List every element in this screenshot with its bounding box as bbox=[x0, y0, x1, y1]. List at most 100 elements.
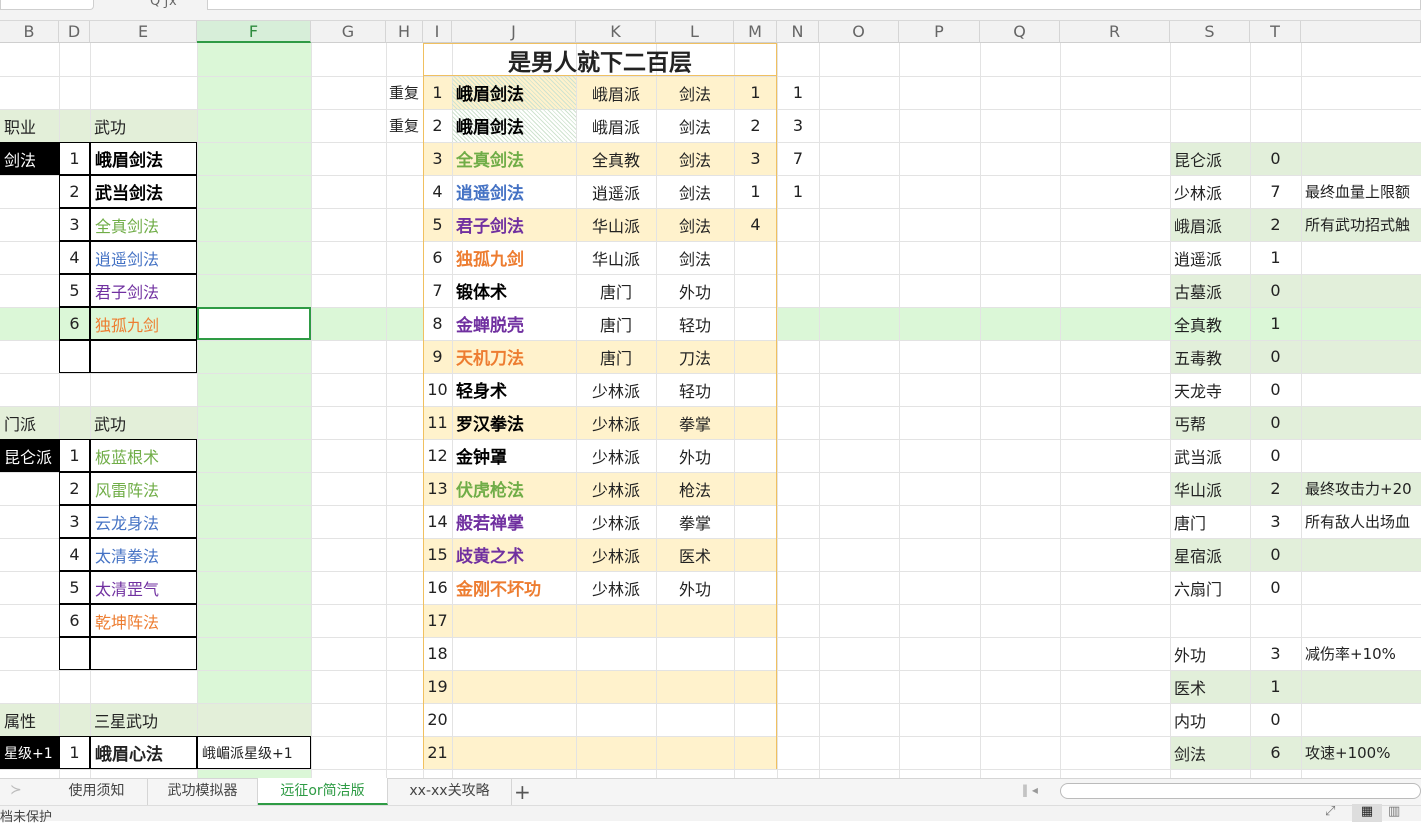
column-header-K[interactable]: K bbox=[576, 21, 656, 43]
name-box[interactable] bbox=[0, 0, 94, 10]
stat-effect bbox=[1301, 439, 1421, 472]
martial-art-name bbox=[452, 604, 576, 637]
skill-type bbox=[656, 604, 734, 637]
row-number: 11 bbox=[427, 413, 448, 432]
stat-name: 峨眉派 bbox=[1174, 216, 1223, 236]
column-header-P[interactable]: P bbox=[899, 21, 980, 43]
count-m bbox=[734, 637, 777, 670]
formula-input[interactable] bbox=[207, 0, 1421, 10]
grid-vline bbox=[311, 43, 312, 778]
stat-value: 1 bbox=[1270, 248, 1281, 267]
martial-art-name: 全真剑法 bbox=[456, 151, 524, 171]
stat-effect bbox=[1301, 538, 1421, 571]
count-m bbox=[734, 604, 777, 637]
stat-name: 武当派 bbox=[1174, 447, 1223, 467]
section2-header-left: 门派 bbox=[4, 414, 37, 434]
sect-name: 少林派 bbox=[591, 414, 640, 434]
tab-0[interactable]: 使用须知 bbox=[46, 778, 148, 805]
list-item-index: 5 bbox=[59, 571, 90, 604]
tab-1[interactable]: 武功模拟器 bbox=[148, 778, 258, 805]
martial-art-name: 歧黄之术 bbox=[456, 547, 524, 567]
column-header-R[interactable]: R bbox=[1060, 21, 1170, 43]
row-number: 16 bbox=[427, 578, 448, 597]
sect-name: 华山派 bbox=[591, 249, 640, 269]
active-cell[interactable] bbox=[197, 307, 311, 340]
martial-art-name: 金钟罩 bbox=[456, 448, 507, 468]
column-header-S[interactable]: S bbox=[1170, 21, 1250, 43]
function-icon[interactable]: Q ƒx bbox=[150, 0, 177, 9]
column-header-H[interactable]: H bbox=[386, 21, 423, 43]
count-n bbox=[777, 571, 819, 604]
count-n bbox=[777, 406, 819, 439]
column-header-N[interactable]: N bbox=[777, 21, 819, 43]
list-item-index: 3 bbox=[59, 505, 90, 538]
column-header-E[interactable]: E bbox=[90, 21, 197, 43]
stat-effect: 所有武功招式触 bbox=[1305, 216, 1411, 234]
list-item: 君子剑法 bbox=[90, 274, 197, 307]
martial-art-name: 峨眉剑法 bbox=[452, 76, 576, 109]
count-m bbox=[734, 340, 777, 373]
column-header-M[interactable]: M bbox=[734, 21, 777, 43]
count-n: 1 bbox=[792, 182, 804, 201]
column-header-F[interactable]: F bbox=[197, 21, 311, 43]
column-header-D[interactable]: D bbox=[59, 21, 90, 43]
stat-name: 全真教 bbox=[1174, 315, 1223, 335]
stat-effect: 最终血量上限额 bbox=[1305, 183, 1411, 201]
sect-name bbox=[576, 604, 656, 637]
scroll-split-icon[interactable]: ‖ ◂ bbox=[1022, 783, 1038, 797]
skill-type: 医术 bbox=[678, 546, 711, 566]
skill-type bbox=[656, 637, 734, 670]
skill-type: 拳掌 bbox=[678, 513, 711, 533]
sect-name bbox=[576, 670, 656, 703]
count-n bbox=[777, 373, 819, 406]
stat-name: 内功 bbox=[1174, 711, 1207, 731]
count-n bbox=[777, 274, 819, 307]
column-header-Q[interactable]: Q bbox=[980, 21, 1060, 43]
count-m bbox=[734, 571, 777, 604]
count-m bbox=[734, 736, 777, 769]
grid-vline bbox=[980, 43, 981, 778]
column-header-T[interactable]: T bbox=[1250, 21, 1301, 43]
stat-value: 3 bbox=[1270, 644, 1281, 663]
status-text: 档未保护 bbox=[0, 810, 53, 825]
skill-type bbox=[656, 670, 734, 703]
skill-type bbox=[656, 703, 734, 736]
stat-name: 逍遥派 bbox=[1174, 249, 1223, 269]
sect-name: 逍遥派 bbox=[591, 183, 640, 203]
sect-name: 少林派 bbox=[591, 480, 640, 500]
fullscreen-icon[interactable]: ⤢ bbox=[1325, 804, 1335, 819]
section2-header-right: 武功 bbox=[94, 414, 127, 434]
column-header-B[interactable]: B bbox=[0, 21, 59, 43]
column-header-blank[interactable] bbox=[1301, 21, 1421, 43]
row-number: 5 bbox=[432, 215, 443, 234]
martial-art-name: 伏虎枪法 bbox=[456, 481, 524, 501]
table-title: 是男人就下二百层 bbox=[423, 43, 777, 76]
list-item-index: 5 bbox=[59, 274, 90, 307]
count-m bbox=[734, 241, 777, 274]
duplicate-label: 重复 bbox=[388, 117, 419, 135]
row-number: 2 bbox=[432, 116, 443, 135]
list-item: 武当剑法 bbox=[90, 175, 197, 208]
horizontal-scrollbar[interactable] bbox=[1060, 783, 1421, 799]
column-header-G[interactable]: G bbox=[311, 21, 386, 43]
sect-name: 少林派 bbox=[591, 579, 640, 599]
stat-effect bbox=[1301, 307, 1421, 340]
column-header-O[interactable]: O bbox=[819, 21, 899, 43]
count-n bbox=[777, 736, 819, 769]
add-sheet-icon[interactable]: + bbox=[514, 780, 531, 804]
count-m: 2 bbox=[750, 116, 761, 135]
count-n bbox=[777, 439, 819, 472]
stat-value: 1 bbox=[1270, 677, 1281, 696]
tab-3[interactable]: xx-xx关攻略 bbox=[388, 778, 512, 805]
column-header-I[interactable]: I bbox=[423, 21, 452, 43]
skill-type: 外功 bbox=[678, 282, 711, 302]
tab-2[interactable]: 远征or简洁版 bbox=[258, 778, 388, 805]
normal-view-icon[interactable]: ▦ bbox=[1352, 804, 1382, 822]
page-view-icon[interactable]: ▥ bbox=[1388, 804, 1400, 819]
stat-effect bbox=[1301, 571, 1421, 604]
column-header-J[interactable]: J bbox=[452, 21, 576, 43]
stat-value: 1 bbox=[1270, 314, 1281, 333]
tab-nav-icon[interactable]: ≻ bbox=[10, 782, 22, 798]
column-header-L[interactable]: L bbox=[656, 21, 734, 43]
count-n bbox=[777, 703, 819, 736]
